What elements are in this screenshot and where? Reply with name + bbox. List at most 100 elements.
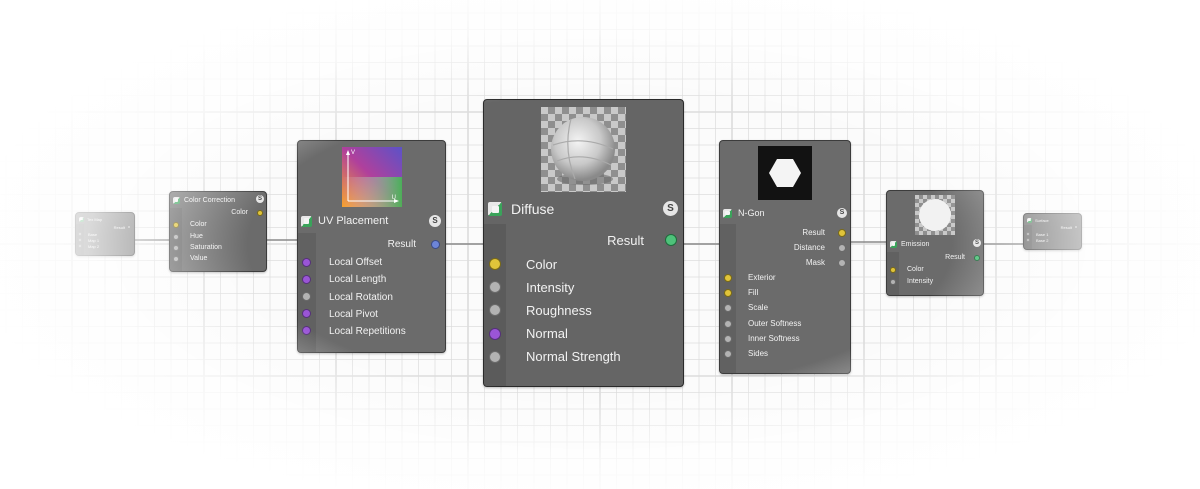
input-port-local-offset[interactable] (302, 258, 311, 267)
input-port-value[interactable] (173, 256, 179, 262)
input-port-exterior[interactable] (724, 274, 732, 282)
input-label: Map 1 (88, 238, 100, 243)
uv-gradient-preview: V U (342, 147, 402, 207)
node-tex-map[interactable]: Tex Map Result Base Map 1 Map 2 (75, 212, 135, 256)
input-port-normal-strength[interactable] (489, 351, 501, 363)
output-port[interactable] (257, 210, 263, 216)
input-label: Intensity (526, 280, 575, 295)
output-label: Mask (805, 258, 825, 267)
output-label: Distance (793, 243, 825, 252)
s-badge-icon[interactable]: S (429, 215, 441, 227)
input-port-local-repetitions[interactable] (302, 326, 311, 335)
output-label: Result (802, 228, 825, 237)
input-port-fill[interactable] (724, 289, 732, 297)
node-uv-placement[interactable]: V U UV Placement S Result Local Offset L… (297, 140, 446, 353)
input-label: Local Repetitions (329, 326, 406, 337)
input-port-hue[interactable] (173, 234, 179, 240)
result-label: Result (387, 239, 416, 250)
input-label: Base (88, 232, 98, 237)
input-label: Local Length (329, 274, 387, 285)
node-surface[interactable]: Surface Result Base 1 Base 2 (1023, 213, 1082, 250)
input-port-local-length[interactable] (302, 275, 311, 284)
input-port-intensity[interactable] (489, 281, 501, 293)
input-label: Map 2 (88, 244, 100, 249)
node-title: N-Gon (738, 208, 765, 218)
input-port[interactable] (78, 238, 82, 242)
input-label: Color (190, 221, 207, 228)
input-port[interactable] (78, 232, 82, 236)
result-label: Result (607, 233, 644, 248)
node-graph-canvas[interactable]: Tex Map Result Base Map 1 Map 2 Color Co… (0, 0, 1200, 489)
texture-icon (79, 216, 84, 222)
texture-icon (173, 196, 180, 204)
input-port-outer-softness[interactable] (724, 320, 732, 328)
node-title: Surface (1035, 217, 1049, 223)
node-title: UV Placement (318, 215, 389, 227)
input-port-scale[interactable] (724, 304, 732, 312)
input-port-normal[interactable] (489, 328, 501, 340)
input-label: Fill (748, 288, 759, 297)
input-port[interactable] (1026, 238, 1030, 242)
texture-icon (488, 202, 502, 216)
s-badge-icon[interactable]: S (256, 195, 264, 203)
input-port[interactable] (78, 244, 82, 248)
input-label: Local Rotation (329, 292, 393, 303)
input-label: Outer Softness (748, 319, 802, 328)
input-label: Local Pivot (329, 309, 378, 320)
input-label: Base 2 (1036, 238, 1049, 243)
input-port-color[interactable] (890, 267, 896, 273)
result-port[interactable] (665, 234, 677, 246)
texture-icon (890, 240, 897, 248)
node-title: Emission (901, 240, 930, 248)
input-port-color[interactable] (173, 222, 179, 228)
input-port-sides[interactable] (724, 350, 732, 358)
result-port[interactable] (431, 240, 440, 249)
result-label: Result (1060, 225, 1072, 230)
input-port-color[interactable] (489, 258, 501, 270)
input-port-local-pivot[interactable] (302, 309, 311, 318)
result-label: Result (945, 254, 965, 261)
input-port-saturation[interactable] (173, 245, 179, 251)
input-label: Exterior (748, 273, 776, 282)
input-port[interactable] (1026, 232, 1030, 236)
output-label: Color (231, 209, 248, 216)
hexagon-preview (758, 146, 812, 200)
texture-icon (1027, 217, 1032, 223)
mask-port[interactable] (838, 259, 846, 267)
s-badge-icon[interactable]: S (837, 208, 847, 218)
input-label: Inner Softness (748, 334, 800, 343)
input-port-roughness[interactable] (489, 304, 501, 316)
input-label: Color (907, 266, 924, 273)
texture-icon (301, 215, 312, 227)
material-sphere-preview (541, 107, 626, 192)
texture-icon (723, 208, 732, 218)
s-badge-icon[interactable]: S (973, 239, 981, 247)
input-label: Scale (748, 303, 769, 312)
node-title: Tex Map (87, 216, 103, 222)
node-title: Diffuse (511, 201, 555, 217)
input-label: Color (526, 257, 558, 272)
node-emission[interactable]: Emission S Result Color Intensity (886, 190, 984, 296)
axis-u-label: U (391, 195, 396, 201)
node-diffuse[interactable]: Diffuse S Result Color Intensity Roughne… (483, 99, 684, 387)
result-port[interactable] (127, 225, 131, 229)
input-port-inner-softness[interactable] (724, 335, 732, 343)
input-label: Value (190, 255, 208, 262)
node-n-gon[interactable]: N-Gon S Result Distance Mask Exterior Fi… (719, 140, 851, 374)
distance-port[interactable] (838, 244, 846, 252)
input-label: Intensity (907, 278, 934, 285)
result-port[interactable] (974, 255, 980, 261)
result-port[interactable] (1074, 225, 1078, 229)
result-port[interactable] (838, 229, 846, 237)
input-label: Base 1 (1036, 232, 1049, 237)
input-port-local-rotation[interactable] (302, 292, 311, 301)
input-port-intensity[interactable] (890, 279, 896, 285)
input-label: Hue (190, 233, 203, 240)
axis-v-label: V (351, 150, 356, 156)
input-label: Normal Strength (526, 349, 621, 364)
s-badge-icon[interactable]: S (663, 201, 678, 216)
input-label: Roughness (526, 303, 592, 318)
input-label: Sides (748, 349, 769, 358)
node-color-correction[interactable]: Color Correction S Color Color Hue Satur… (169, 191, 267, 272)
result-label: Result (113, 225, 125, 230)
